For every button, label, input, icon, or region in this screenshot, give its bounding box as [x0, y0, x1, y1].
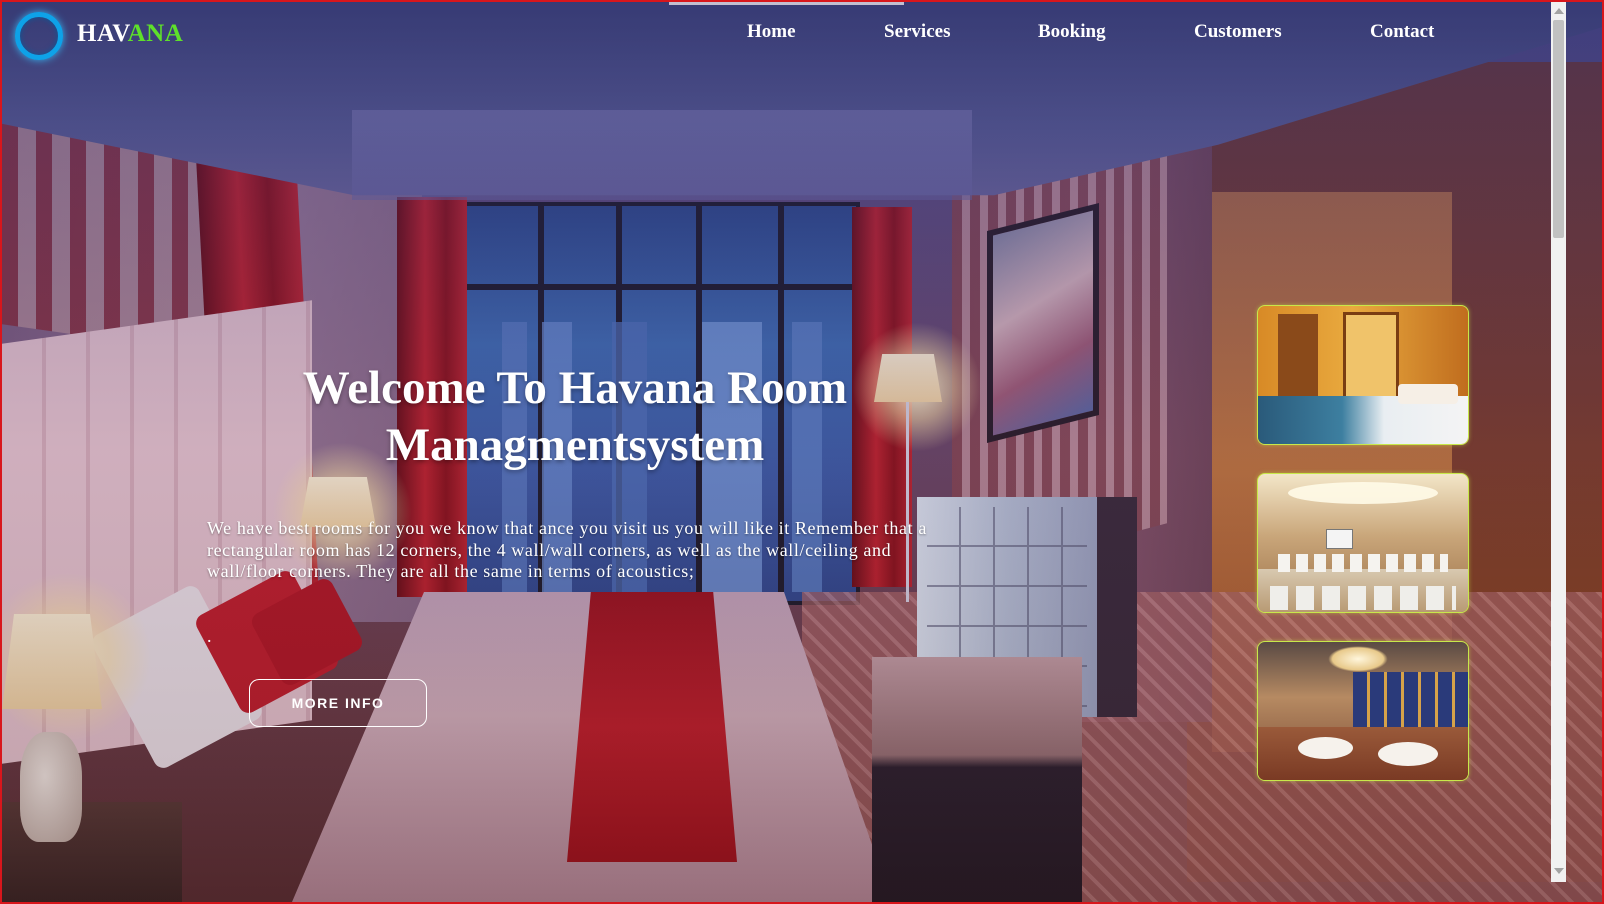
- hero-title-line1: Welcome To Havana Room: [302, 362, 848, 414]
- main-nav: Home Services Booking Customers Contact: [2, 21, 1602, 51]
- thumbnail-conference-room[interactable]: [1257, 473, 1469, 613]
- nav-customers[interactable]: Customers: [1194, 21, 1282, 43]
- nav-booking[interactable]: Booking: [1038, 21, 1106, 43]
- hero-title-line2: Managmentsystem: [385, 419, 765, 471]
- thumbnail-restaurant[interactable]: [1257, 641, 1469, 781]
- page-frame: HAVANA Home Services Booking Customers C…: [0, 0, 1604, 904]
- nav-services[interactable]: Services: [884, 21, 950, 43]
- scroll-up-arrow-icon[interactable]: [1554, 8, 1564, 14]
- page-scrollbar[interactable]: [1551, 2, 1566, 882]
- hero-paragraph: We have best rooms for you we know that …: [207, 518, 927, 581]
- scrollbar-thumb[interactable]: [1553, 20, 1564, 238]
- nav-home[interactable]: Home: [747, 21, 796, 43]
- hero-title: Welcome To Havana Room Managmentsystem: [232, 360, 918, 474]
- nav-top-line: [669, 2, 904, 5]
- nav-contact[interactable]: Contact: [1370, 21, 1434, 43]
- more-info-button[interactable]: MORE INFO: [249, 679, 427, 727]
- thumbnail-bedroom[interactable]: [1257, 305, 1469, 445]
- hero-dot: .: [207, 626, 212, 646]
- scroll-down-arrow-icon[interactable]: [1554, 868, 1564, 874]
